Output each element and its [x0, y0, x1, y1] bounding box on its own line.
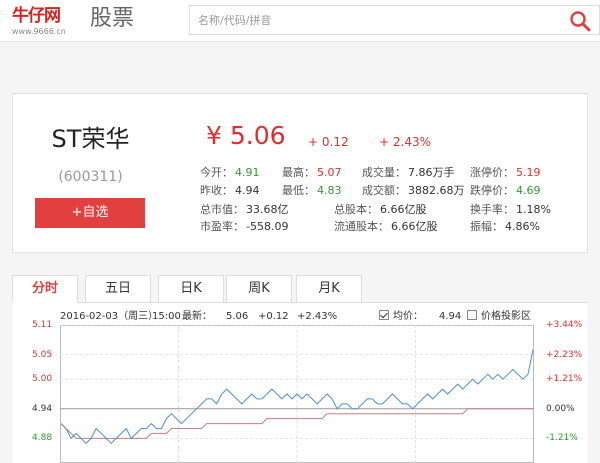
section-title: 股票: [90, 6, 135, 31]
stat-pe: 市盈率： -558.09: [200, 220, 289, 233]
stat-float-shares: 流通股本： 6.66亿股: [334, 220, 438, 233]
stat-limit-down: 跌停价： 4.69: [470, 184, 541, 197]
stat-open: 今开： 4.91: [200, 166, 260, 179]
chart-change-percent: +2.43%: [297, 311, 338, 322]
y-axis-label-left: 5.05: [32, 349, 53, 360]
tab-daily-k[interactable]: 日K: [158, 275, 224, 303]
chart-latest: 5.06: [226, 311, 249, 322]
chart-latest-label: 最新：: [182, 311, 212, 322]
logo-text: 牛仔网: [12, 6, 61, 26]
current-price: ¥ 5.06: [206, 121, 286, 150]
y-axis-label-left: 5.00: [32, 374, 53, 385]
avg-price-label: 均价：: [393, 311, 423, 322]
stat-amount: 成交额： 3882.68万: [362, 184, 465, 197]
tab-weekly-k[interactable]: 周K: [226, 275, 292, 303]
stat-prev-close: 昨收： 4.94: [200, 184, 260, 197]
chart-change: +0.12: [258, 311, 289, 322]
chart-tabs: 分时 五日 日K 周K 月K: [12, 275, 588, 303]
avg-price-line: [60, 408, 533, 439]
y-axis-label-left: 5.11: [32, 320, 53, 330]
stat-volume: 成交量： 7.86万手: [362, 166, 455, 179]
price-change: + 0.12: [308, 135, 349, 149]
stock-code: (600311): [58, 169, 123, 185]
stat-low: 最低： 4.83: [282, 184, 342, 197]
y-axis-label-right: -1.21%: [546, 433, 578, 444]
add-to-watchlist-button[interactable]: +自选: [35, 198, 145, 228]
y-axis-label-right: +2.23%: [546, 349, 583, 360]
logo-url: www.9666.cn: [12, 27, 66, 36]
stock-name: ST荣华: [51, 125, 130, 153]
search-icon[interactable]: [568, 9, 592, 33]
price-change-percent: + 2.43%: [379, 135, 431, 149]
stat-high: 最高： 5.07: [282, 166, 342, 179]
avg-price-checkbox[interactable]: [379, 310, 389, 320]
tab-intraday[interactable]: 分时: [12, 275, 78, 303]
y-axis-label-right: +1.21%: [546, 374, 583, 385]
projection-checkbox[interactable]: [467, 310, 477, 320]
stat-turnover: 换手率： 1.18%: [470, 203, 551, 216]
quote-card: ST荣华 (600311) +自选 ¥ 5.06 + 0.12 + 2.43% …: [12, 93, 588, 253]
search-box: [189, 5, 600, 35]
tab-monthly-k[interactable]: 月K: [296, 275, 362, 303]
avg-price-value: 4.94: [439, 311, 462, 322]
stat-amplitude: 振幅： 4.86%: [470, 220, 540, 233]
projection-label: 价格投影区: [481, 311, 531, 322]
stat-market-cap: 总市值： 33.68亿: [200, 203, 289, 216]
stat-limit-up: 涨停价： 5.19: [470, 166, 541, 179]
site-header: 牛仔网 www.9666.cn 股票: [0, 0, 600, 42]
tab-five-day[interactable]: 五日: [85, 275, 151, 303]
y-axis-label-right: 0.00%: [546, 403, 575, 414]
chart-date: 2016-02-03（周三）: [60, 311, 159, 322]
stat-total-shares: 总股本： 6.66亿股: [334, 203, 427, 216]
search-input[interactable]: [198, 11, 538, 29]
y-axis-label-left: 4.88: [32, 433, 53, 444]
intraday-chart-panel: 2016-02-03（周三） 15:00 最新： 5.06 +0.12 +2.4…: [12, 303, 588, 463]
chart-time: 15:00: [152, 311, 181, 322]
site-logo[interactable]: 牛仔网 www.9666.cn: [12, 6, 78, 36]
y-axis-label-right: +3.44%: [546, 320, 583, 330]
y-axis-label-left: 4.94: [32, 403, 53, 414]
intraday-line-chart[interactable]: [60, 325, 534, 463]
